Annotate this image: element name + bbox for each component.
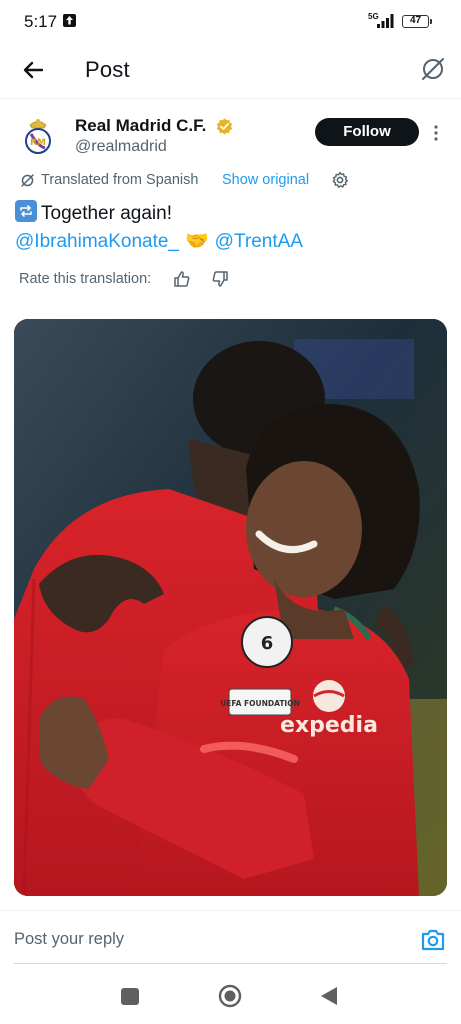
system-nav-bar [0,972,461,1024]
mention-link[interactable]: @IbrahimaKonate_ [15,231,179,252]
signal-icon [377,14,397,33]
recents-button[interactable] [121,988,139,1005]
rate-translation-row: Rate this translation: [0,268,461,292]
home-button[interactable] [218,984,242,1008]
post-body: Together again! @IbrahimaKonate_ 🤝 @TrentA… [15,200,445,256]
upload-notification-icon [63,14,76,27]
status-time: 5:17 [24,12,58,31]
uefa-foundation-badge: UEFA FOUNDATION [220,699,300,708]
real-madrid-crest-icon: RM [25,119,51,154]
triangle-back-icon [321,987,337,1005]
more-options-button[interactable] [430,124,442,142]
sleeve-number: 6 [261,633,274,654]
reply-input[interactable]: Post your reply [14,930,124,949]
thumbs-down-icon[interactable] [211,270,229,288]
jersey-sponsor: expedia [280,713,378,738]
svg-text:RM: RM [30,138,46,148]
post-text-line-1: Together again! [15,200,445,228]
show-original-link[interactable]: Show original [222,172,309,188]
handshake-emoji: 🤝 [185,231,209,252]
arrow-left-icon [23,61,44,79]
translation-info-row: Translated from Spanish Show original [0,170,461,192]
status-bar: 5:17 5G 47 [0,0,461,44]
author-handle[interactable]: @realmadrid [75,138,167,156]
post-text-line-2: @IbrahimaKonate_ 🤝 @TrentAA [15,228,445,256]
repeat-arrows-icon [15,200,37,222]
mention-link[interactable]: @TrentAA [215,231,303,252]
post-text: Together again! [41,203,172,224]
thumbs-up-icon[interactable] [173,270,191,288]
gear-icon[interactable] [331,171,349,189]
translated-from-label: Translated from Spanish [41,172,199,188]
follow-button[interactable]: Follow [315,118,419,146]
avatar[interactable]: RM [17,116,59,158]
post-photo[interactable]: 6 UEFA FOUNDATION expedia [14,319,447,896]
reply-bar: Post your reply [0,910,461,972]
home-circle-icon [218,984,242,1008]
translate-icon [422,58,444,80]
rate-translation-label: Rate this translation: [19,271,152,287]
reply-divider [14,963,447,964]
page-title: Post [85,57,130,82]
camera-icon [421,929,445,951]
more-vertical-icon [434,125,438,141]
translate-button[interactable] [419,55,447,83]
back-button[interactable] [20,56,48,84]
author-display-name[interactable]: Real Madrid C.F. [75,116,206,136]
battery-indicator: 47 [402,15,432,28]
translate-small-icon [20,173,35,188]
verified-badge-icon [216,118,233,135]
post-author-row: RM Real Madrid C.F. @realmadrid Follow [0,110,461,170]
camera-button[interactable] [420,928,446,952]
system-back-button[interactable] [320,986,338,1006]
top-app-bar: Post [0,44,461,99]
